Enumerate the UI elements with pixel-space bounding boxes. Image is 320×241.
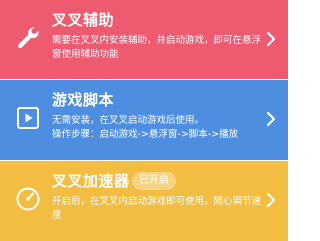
card-description: 开启后，在叉叉内启动游戏即可使用，随心调节速度 xyxy=(52,196,262,221)
chevron-right-icon xyxy=(266,31,276,47)
wrench-icon xyxy=(14,24,42,52)
card-title: 叉叉辅助 xyxy=(52,11,115,29)
card-description-line: 无需安装，在叉叉启动游戏后使用。 xyxy=(52,115,205,126)
status-badge: 已开启 xyxy=(132,172,176,190)
card-description: 需要在叉叉内安装辅助，并启动游戏，即可在悬浮窗使用辅助功能 xyxy=(52,35,262,60)
card-xx-assist[interactable]: 叉叉辅助 需要在叉叉内安装辅助，并启动游戏，即可在悬浮窗使用辅助功能 xyxy=(0,0,288,79)
card-xx-accelerator[interactable]: 叉叉加速器 已开启 开启后，在叉叉内启动游戏即可使用，随心调节速度 xyxy=(0,161,288,241)
card-description: 无需安装，在叉叉启动游戏后使用。 操作步骤：启动游戏->悬浮窗->脚本->播放 xyxy=(52,114,262,142)
speedometer-icon xyxy=(14,185,42,213)
card-game-script[interactable]: 游戏脚本 无需安装，在叉叉启动游戏后使用。 操作步骤：启动游戏->悬浮窗->脚本… xyxy=(0,80,288,160)
play-icon xyxy=(14,104,42,132)
chevron-right-icon xyxy=(266,192,276,208)
card-title: 叉叉加速器 xyxy=(52,172,130,190)
card-title: 游戏脚本 xyxy=(52,91,115,109)
chevron-right-icon xyxy=(266,111,276,127)
card-description-line: 操作步骤：启动游戏->悬浮窗->脚本->播放 xyxy=(52,129,239,140)
